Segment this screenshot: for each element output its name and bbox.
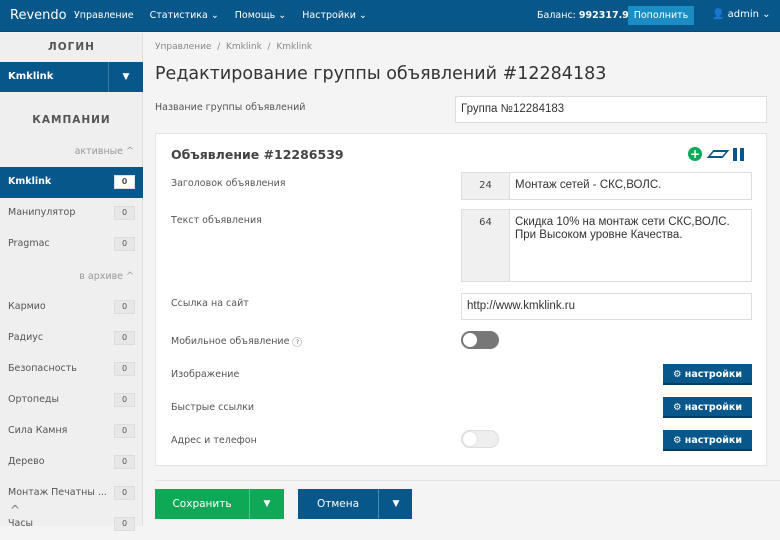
- cancel-button[interactable]: Отмена: [298, 489, 378, 519]
- save-button[interactable]: Сохранить: [155, 489, 249, 519]
- url-input[interactable]: http://www.kmklink.ru: [461, 293, 752, 320]
- campaign-item[interactable]: Сила Камня 0: [0, 416, 143, 447]
- campaign-name: Часы: [8, 518, 34, 529]
- help-icon[interactable]: ?: [292, 337, 303, 347]
- headline-label: Заголовок объявления: [171, 178, 286, 189]
- ad-title: Объявление #12286539: [171, 147, 344, 162]
- eraser-icon[interactable]: [706, 150, 730, 158]
- image-settings-button[interactable]: ⚙ настройки: [663, 364, 752, 385]
- breadcrumb-item[interactable]: Управление: [155, 42, 211, 52]
- address-toggle[interactable]: [461, 430, 499, 448]
- campaign-name: Безопасность: [8, 363, 77, 374]
- topup-button[interactable]: Пополнить: [628, 6, 694, 25]
- campaign-item[interactable]: Радиус 0: [0, 323, 143, 354]
- page-title: Редактирование группы объявлений #122841…: [155, 64, 607, 84]
- sidebar: ЛОГИН Kmklink ▼ КАМПАНИИ активные ^ Kmkli…: [0, 33, 143, 531]
- address-label: Адрес и телефон: [171, 435, 257, 446]
- url-label: Ссылка на сайт: [171, 298, 249, 309]
- mobile-toggle[interactable]: [461, 331, 499, 349]
- balance: Баланс: 992317.9 ₽: [537, 10, 639, 21]
- breadcrumb-item[interactable]: Kmklink: [226, 42, 262, 52]
- active-toggle[interactable]: активные ^: [0, 146, 143, 157]
- save-dropdown-caret-icon[interactable]: ▼: [249, 489, 284, 519]
- campaign-item[interactable]: Pragmac 0: [0, 229, 143, 260]
- balance-label: Баланс:: [537, 10, 576, 21]
- campaign-item[interactable]: Кармио 0: [0, 292, 143, 323]
- headline-input[interactable]: Монтаж сетей - СКС,ВОЛС.: [509, 172, 752, 200]
- top-navbar: Revendo Управление Статистика ⌄ Помощь ⌄…: [0, 0, 780, 32]
- user-menu[interactable]: 👤 admin ⌄: [712, 9, 771, 20]
- login-value: Kmklink: [8, 71, 54, 82]
- quicklinks-label: Быстрые ссылки: [171, 402, 255, 413]
- scroll-up-icon[interactable]: ^: [10, 503, 20, 517]
- campaign-count-badge: 0: [114, 331, 135, 345]
- nav-management[interactable]: Управление: [74, 10, 134, 21]
- campaign-count-badge: 0: [114, 237, 135, 251]
- nav-settings[interactable]: Настройки ⌄: [302, 10, 367, 21]
- campaign-item[interactable]: Ортопеды 0: [0, 385, 143, 416]
- archive-toggle[interactable]: в архиве ^: [0, 271, 143, 282]
- campaign-count-badge: 0: [114, 175, 135, 189]
- campaign-name: Кармио: [8, 301, 46, 312]
- breadcrumb-item: Kmklink: [276, 42, 313, 52]
- mobile-label: Мобильное объявление ?: [171, 336, 303, 347]
- campaign-name: Дерево: [8, 456, 45, 467]
- campaign-name: Kmklink: [8, 176, 52, 187]
- address-settings-button[interactable]: ⚙ настройки: [663, 430, 752, 451]
- campaign-name: Ортопеды: [8, 394, 59, 405]
- campaigns-heading: КАМПАНИИ: [32, 114, 111, 126]
- campaign-item[interactable]: Монтаж Печатны ... 0: [0, 478, 143, 509]
- campaign-name: Сила Камня: [8, 425, 68, 436]
- divider: [155, 480, 780, 481]
- campaign-item[interactable]: Манипулятор 0: [0, 198, 143, 229]
- save-button-group: Сохранить ▼: [155, 489, 284, 519]
- user-icon: 👤: [712, 9, 725, 20]
- campaign-count-badge: 0: [114, 362, 135, 376]
- nav-help[interactable]: Помощь ⌄: [235, 10, 286, 21]
- image-label: Изображение: [171, 369, 240, 380]
- campaign-name: Радиус: [8, 332, 44, 343]
- group-name-label: Название группы объявлений: [155, 102, 306, 113]
- nav-statistics[interactable]: Статистика ⌄: [150, 10, 219, 21]
- campaign-item[interactable]: Часы 0: [0, 509, 143, 540]
- breadcrumb-sep: /: [217, 42, 221, 52]
- login-select[interactable]: Kmklink ▼: [0, 62, 143, 92]
- campaign-count-badge: 0: [114, 517, 135, 531]
- campaign-item[interactable]: Дерево 0: [0, 447, 143, 478]
- headline-counter: 24: [461, 172, 510, 200]
- cancel-dropdown-caret-icon[interactable]: ▼: [378, 489, 413, 519]
- cancel-button-group: Отмена ▼: [298, 489, 412, 519]
- campaign-item[interactable]: Безопасность 0: [0, 354, 143, 385]
- group-name-input[interactable]: Группа №12284183: [455, 96, 767, 123]
- text-label: Текст объявления: [171, 215, 262, 226]
- pause-icon[interactable]: [733, 148, 737, 161]
- campaign-item[interactable]: Kmklink 0: [0, 167, 143, 198]
- brand-logo[interactable]: Revendo: [10, 8, 67, 23]
- campaign-count-badge: 0: [114, 206, 135, 220]
- campaign-name: Монтаж Печатны ...: [8, 487, 107, 498]
- user-name: admin: [727, 9, 759, 20]
- campaign-count-badge: 0: [114, 486, 135, 500]
- campaign-count-badge: 0: [114, 393, 135, 407]
- breadcrumb-sep: /: [267, 42, 271, 52]
- add-icon[interactable]: +: [688, 147, 702, 161]
- campaign-name: Манипулятор: [8, 207, 76, 218]
- text-textarea[interactable]: Скидка 10% на монтаж сети СКС,ВОЛС. При …: [509, 209, 752, 282]
- campaign-count-badge: 0: [114, 424, 135, 438]
- breadcrumb: Управление / Kmklink / Kmklink: [155, 42, 312, 52]
- campaign-count-badge: 0: [114, 455, 135, 469]
- campaign-count-badge: 0: [114, 300, 135, 314]
- text-counter: 64: [461, 209, 510, 282]
- pause-icon: [740, 148, 744, 161]
- caret-down-icon[interactable]: ▼: [108, 62, 143, 92]
- quicklinks-settings-button[interactable]: ⚙ настройки: [663, 397, 752, 418]
- mobile-label-text: Мобильное объявление: [171, 336, 290, 347]
- campaign-name: Pragmac: [8, 238, 50, 249]
- login-heading: ЛОГИН: [48, 41, 95, 53]
